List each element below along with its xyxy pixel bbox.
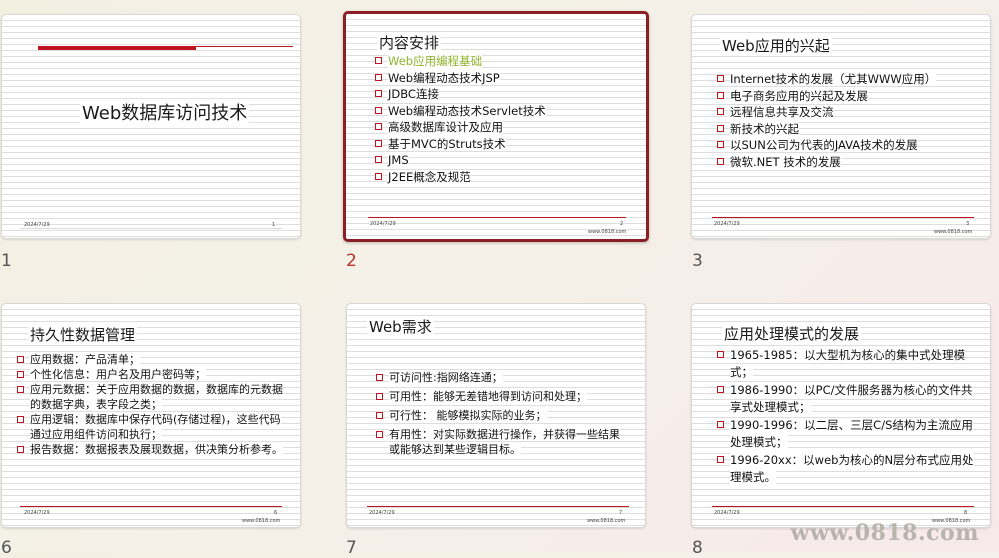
bullet-item: 个性化信息：用户名及用户密码等；	[16, 367, 288, 382]
slide-thumbnail-8[interactable]: 应用处理模式的发展 1965-1985：以大型机为核心的集中式处理模式； 198…	[691, 303, 991, 528]
slide-title: 持久性数据管理	[28, 326, 138, 344]
site-watermark: www.0818.com	[790, 520, 979, 546]
slide-site: www.0818.com	[588, 229, 627, 235]
bullet-item: 应用数据：产品清单；	[16, 352, 288, 367]
bullet-item: 可访问性:指网络连通；	[375, 370, 627, 385]
slide-date: 2024/7/29	[369, 510, 395, 516]
bullet-item: Web应用编程基础	[374, 53, 546, 70]
slide-date: 2024/7/29	[714, 221, 740, 227]
bullet-item: 可用性：能够无差错地得到访问和处理；	[375, 389, 627, 404]
bullet-item: 微软.NET 技术的发展	[716, 154, 936, 171]
slide-page-number: 1	[272, 222, 276, 228]
bullet-item: 以SUN公司为代表的JAVA技术的发展	[716, 137, 936, 154]
bullet-item: Web编程动态技术Servlet技术	[374, 103, 546, 120]
bullet-item: 电子商务应用的兴起及发展	[716, 88, 936, 105]
bullet-item: 1990-1996：以二层、三层C/S结构为主流应用处理模式；	[716, 417, 978, 450]
bullet-item: 报告数据：数据报表及展现数据，供决策分析参考。	[16, 442, 288, 457]
slide-title: 内容安排	[377, 34, 442, 52]
slide-page-number: 3	[966, 221, 970, 227]
slide-bullet-list: Web应用编程基础 Web编程动态技术JSP JDBC连接 Web编程动态技术S…	[374, 53, 546, 185]
bullet-item: 新技术的兴起	[716, 121, 936, 138]
slide-thumbnail-6[interactable]: 持久性数据管理 应用数据：产品清单； 个性化信息：用户名及用户密码等； 应用元数…	[1, 303, 301, 528]
slide-footer-line	[712, 506, 974, 507]
bullet-item: 1986-1990：以PC/文件服务器为核心的文件共享式处理模式；	[716, 382, 978, 415]
slide-date: 2024/7/29	[714, 510, 740, 516]
slide-page-number: 6	[274, 510, 278, 516]
slide-thumbnail-7[interactable]: Web需求 可访问性:指网络连通； 可用性：能够无差错地得到访问和处理； 可行性…	[346, 303, 646, 528]
bullet-item: 基于MVC的Struts技术	[374, 136, 546, 153]
slide-number-8: 8	[692, 538, 703, 558]
slide-thumbnail-1[interactable]: Web数据库访问技术 2024/7/29 1	[1, 14, 301, 239]
slide-footer-line	[367, 506, 629, 507]
bullet-item: 1965-1985：以大型机为核心的集中式处理模式；	[716, 347, 978, 380]
bullet-item: 应用逻辑：数据库中保存代码(存储过程)，这些代码通过应用组件访问和执行；	[16, 412, 288, 442]
bullet-item: 有用性：对实际数据进行操作，并获得一些结果或能够达到某些逻辑目标。	[375, 427, 627, 457]
bullet-item: JDBC连接	[374, 86, 546, 103]
slide-footer-line	[368, 217, 626, 218]
bullet-item: 应用元数据：关于应用数据的数据，数据库的元数据的数据字典，表字段之类；	[16, 382, 288, 412]
slide-date: 2024/7/29	[370, 221, 396, 227]
slide-bullet-list: 应用数据：产品清单； 个性化信息：用户名及用户密码等； 应用元数据：关于应用数据…	[16, 352, 288, 457]
bullet-item: JMS	[374, 152, 546, 169]
bullet-item: 可行性： 能够模拟实际的业务；	[375, 408, 627, 423]
slide-bullet-list: Internet技术的发展（尤其WWW应用） 电子商务应用的兴起及发展 远程信息…	[716, 71, 937, 171]
slide-number-7: 7	[346, 538, 357, 558]
slide-page-number: 7	[619, 510, 623, 516]
slide-footer-line	[20, 506, 282, 507]
slide-site: www.0818.com	[934, 229, 973, 235]
slide-date: 2024/7/29	[24, 510, 50, 516]
slide-bullet-list: 可访问性:指网络连通； 可用性：能够无差错地得到访问和处理； 可行性： 能够模拟…	[375, 370, 627, 457]
slide-footer-line	[20, 228, 282, 229]
slide-page-number: 8	[964, 510, 968, 516]
slide-title: Web数据库访问技术	[80, 103, 250, 125]
bullet-item: Internet技术的发展（尤其WWW应用）	[716, 71, 937, 88]
bullet-item: 远程信息共享及交流	[716, 104, 936, 121]
slide-title: 应用处理模式的发展	[722, 325, 862, 343]
slide-number-2: 2	[346, 251, 357, 271]
slide-title: Web应用的兴起	[720, 37, 832, 55]
slide-thumbnail-2[interactable]: 内容安排 Web应用编程基础 Web编程动态技术JSP JDBC连接 Web编程…	[343, 11, 649, 242]
slide-number-6: 6	[1, 538, 12, 558]
slide-site: www.0818.com	[242, 518, 281, 524]
slide-bullet-list: 1965-1985：以大型机为核心的集中式处理模式； 1986-1990：以PC…	[716, 347, 978, 485]
title-accent-line	[196, 46, 293, 47]
slide-footer-line	[712, 217, 974, 218]
slide-thumbnail-3[interactable]: Web应用的兴起 Internet技术的发展（尤其WWW应用） 电子商务应用的兴…	[691, 14, 991, 239]
bullet-item: Web编程动态技术JSP	[374, 70, 546, 87]
slide-site: www.0818.com	[587, 518, 626, 524]
bullet-item: 1996-20xx：以web为核心的N层分布式应用处理模式。	[716, 452, 978, 485]
slide-page-number: 2	[620, 221, 624, 227]
slide-title: Web需求	[367, 318, 434, 336]
bullet-item: 高级数据库设计及应用	[374, 119, 546, 136]
slide-date: 2024/7/29	[24, 222, 50, 228]
bullet-item: J2EE概念及规范	[374, 169, 546, 186]
slide-number-1: 1	[1, 251, 12, 271]
slide-number-3: 3	[692, 251, 703, 271]
title-accent-bar	[38, 46, 196, 50]
